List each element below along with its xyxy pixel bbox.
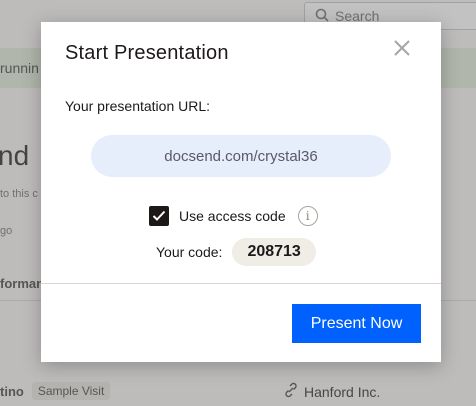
presentation-url: docsend.com/crystal36 (164, 147, 318, 165)
access-code-label: Use access code (179, 208, 286, 224)
access-code-row: Your code: 208713 (156, 238, 316, 266)
start-presentation-dialog: Start Presentation Your presentation URL… (41, 22, 441, 362)
checkmark-icon (152, 210, 166, 221)
dialog-title: Start Presentation (65, 42, 229, 64)
url-label: Your presentation URL: (65, 98, 211, 114)
info-icon[interactable]: i (297, 206, 318, 226)
close-icon (393, 39, 411, 62)
access-code-value: 208713 (232, 238, 316, 266)
access-code-checkbox[interactable] (149, 206, 169, 226)
present-now-button[interactable]: Present Now (292, 304, 421, 343)
dialog-divider (41, 283, 441, 284)
access-code-option: Use access code i (149, 206, 318, 226)
code-label: Your code: (156, 244, 223, 260)
close-button[interactable] (391, 39, 413, 61)
presentation-url-field[interactable]: docsend.com/crystal36 (91, 135, 391, 177)
